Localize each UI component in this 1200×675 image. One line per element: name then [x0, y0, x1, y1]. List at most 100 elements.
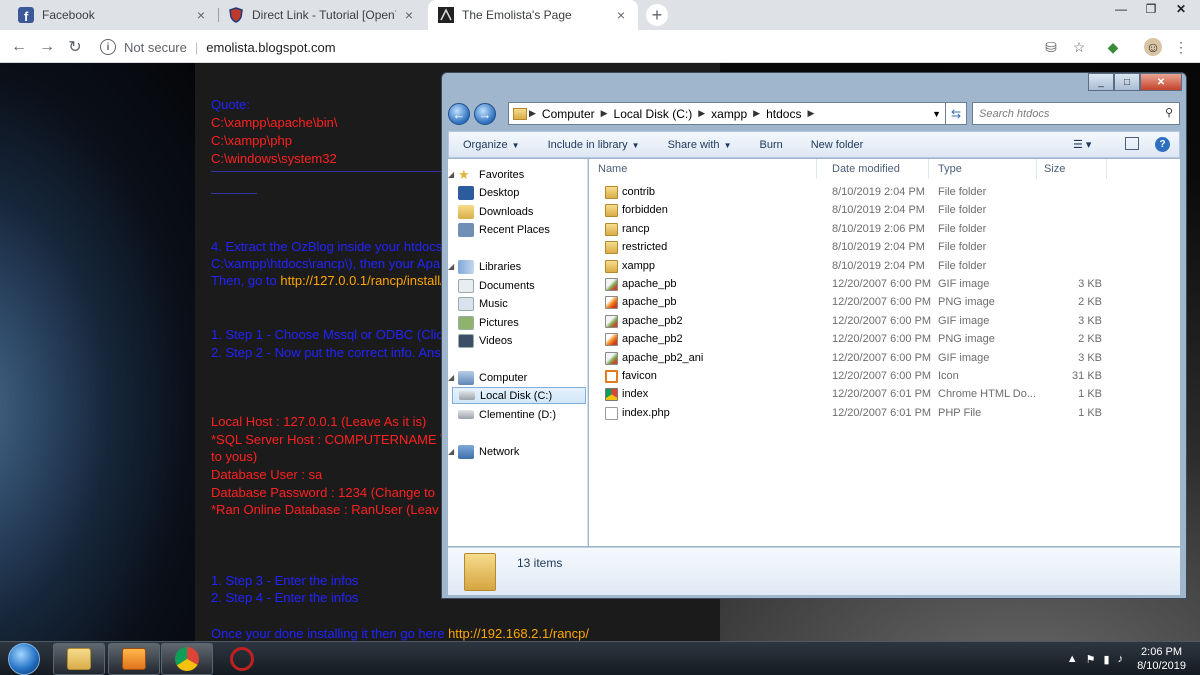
expand-triangle-icon[interactable]: ◢ [448, 447, 458, 456]
nav-network[interactable]: ◢ Network [448, 443, 586, 460]
nav-libraries[interactable]: ◢ Libraries [448, 258, 586, 275]
nav-videos[interactable]: Videos [458, 332, 596, 349]
refresh-icon[interactable]: ⇆ [945, 102, 967, 125]
file-name: favicon [622, 370, 657, 382]
preview-pane-icon[interactable] [1125, 137, 1139, 150]
file-row[interactable]: favicon 12/20/2007 6:00 PM Icon 31 KB [589, 368, 1149, 386]
tab-direct-link[interactable]: Direct Link - Tutorial [OpenThrea × [218, 0, 426, 30]
file-row[interactable]: apache_pb2_ani 12/20/2007 6:00 PM GIF imag… [589, 350, 1149, 368]
nav-music[interactable]: Music [458, 295, 596, 312]
file-size: 3 KB [1078, 314, 1102, 327]
nav-clementine[interactable]: Clementine (D:) [458, 406, 596, 423]
close-icon[interactable]: ✕ [1140, 73, 1182, 91]
restore-icon[interactable]: ❐ [1136, 0, 1166, 18]
forward-icon[interactable]: → [474, 103, 496, 125]
file-date: 12/20/2007 6:01 PM [832, 388, 932, 401]
close-icon[interactable]: × [402, 7, 416, 23]
include-in-library-button[interactable]: Include in library ▼ [534, 139, 654, 151]
taskbar-media-player[interactable] [108, 643, 160, 675]
volume-icon[interactable]: ♪ [1118, 653, 1124, 665]
folder-icon [605, 186, 618, 199]
forward-icon[interactable]: → [36, 36, 58, 58]
file-name: rancp [622, 222, 650, 235]
file-icon [605, 388, 618, 402]
taskbar-explorer[interactable] [53, 643, 105, 675]
chevron-down-icon[interactable]: ▼ [932, 109, 941, 119]
column-header-name[interactable]: Name [589, 159, 817, 179]
share-with-button[interactable]: Share with ▼ [654, 139, 746, 151]
help-icon[interactable]: ? [1155, 137, 1170, 152]
back-icon[interactable]: ← [8, 36, 30, 58]
nav-recent-places[interactable]: Recent Places [458, 221, 596, 238]
breadcrumb-htdocs[interactable]: htdocs [766, 107, 801, 121]
nav-desktop[interactable]: Desktop [458, 184, 596, 201]
file-row[interactable]: xampp 8/10/2019 2:04 PM File folder [589, 258, 1149, 276]
rancp-link[interactable]: http://192.168.2.1/rancp/ [448, 626, 589, 641]
back-icon[interactable]: ← [448, 103, 470, 125]
network-icon[interactable]: ▮ [1104, 653, 1110, 666]
reload-icon[interactable]: ↻ [64, 36, 86, 58]
nav-documents[interactable]: Documents [458, 277, 596, 294]
explorer-address-bar[interactable]: ▶ Computer ▶ Local Disk (C:) ▶ xampp ▶ h… [508, 102, 948, 125]
extension-icon[interactable]: ◆ [1104, 38, 1122, 56]
close-window-icon[interactable]: ✕ [1166, 0, 1196, 18]
tab-emolista[interactable]: The Emolista's Page × [428, 0, 638, 30]
new-folder-button[interactable]: New folder [797, 139, 878, 151]
file-row[interactable]: apache_pb 12/20/2007 6:00 PM PNG image 2 KB [589, 294, 1149, 312]
expand-triangle-icon[interactable]: ◢ [448, 373, 458, 382]
file-row[interactable]: apache_pb 12/20/2007 6:00 PM GIF image 3 KB [589, 276, 1149, 294]
minimize-icon[interactable]: — [1106, 0, 1136, 18]
expand-triangle-icon[interactable]: ◢ [448, 170, 458, 179]
organize-button[interactable]: Organize ▼ [449, 139, 534, 151]
install-link[interactable]: http://127.0.0.1/rancp/install/ [280, 273, 443, 288]
new-tab-button[interactable]: + [646, 4, 668, 26]
nav-computer[interactable]: ◢ Computer [448, 369, 586, 386]
bookmark-star-icon[interactable]: ☆ [1070, 38, 1088, 56]
search-input[interactable]: Search htdocs ⚲ [972, 102, 1180, 125]
file-row[interactable]: rancp 8/10/2019 2:06 PM File folder [589, 221, 1149, 239]
start-button[interactable] [8, 643, 40, 675]
tab-facebook[interactable]: f Facebook × [8, 0, 218, 30]
extension-icon[interactable]: ⛁ [1042, 38, 1060, 56]
view-options-icon[interactable]: ☰ ▾ [1073, 138, 1091, 151]
breadcrumb-local-disk[interactable]: Local Disk (C:) [614, 107, 693, 121]
file-row[interactable]: apache_pb2 12/20/2007 6:00 PM GIF image 3 K… [589, 313, 1149, 331]
taskbar-app[interactable] [216, 643, 268, 675]
burn-button[interactable]: Burn [745, 139, 796, 151]
explorer-command-bar: Organize ▼ Include in library ▼ Share with… [448, 131, 1180, 158]
file-row[interactable]: index 12/20/2007 6:01 PM Chrome HTML Do...… [589, 386, 1149, 404]
maximize-icon[interactable]: □ [1114, 73, 1140, 91]
file-date: 12/20/2007 6:00 PM [832, 370, 932, 382]
file-row[interactable]: forbidden 8/10/2019 2:04 PM File folder [589, 202, 1149, 220]
close-icon[interactable]: × [194, 7, 208, 23]
info-icon[interactable]: i [100, 39, 116, 55]
taskbar-chrome[interactable] [161, 643, 213, 675]
nav-favorites[interactable]: ◢ ★ Favorites [448, 166, 586, 183]
expand-triangle-icon[interactable]: ◢ [448, 262, 458, 271]
file-row[interactable]: apache_pb2 12/20/2007 6:00 PM PNG image 2 K… [589, 331, 1149, 349]
column-header-size[interactable]: Size [1035, 159, 1107, 179]
breadcrumb-xampp[interactable]: xampp [711, 107, 747, 121]
minimize-icon[interactable]: _ [1088, 73, 1114, 91]
address-bar[interactable]: i Not secure | emolista.blogspot.com [96, 34, 1096, 60]
file-row[interactable]: restricted 8/10/2019 2:04 PM File folder [589, 239, 1149, 257]
file-name: restricted [622, 241, 668, 254]
breadcrumb-computer[interactable]: Computer [542, 107, 595, 121]
folder-icon [605, 259, 618, 273]
file-row[interactable]: index.php 12/20/2007 6:01 PM PHP File 1 KB [589, 405, 1149, 423]
avatar[interactable]: ☺ [1144, 38, 1162, 56]
post-line: C:\xampp\php [211, 133, 292, 148]
menu-icon[interactable]: ⋮ [1172, 38, 1190, 56]
file-row[interactable]: contrib 8/10/2019 2:04 PM File folder [589, 184, 1149, 202]
nav-downloads[interactable]: Downloads [458, 203, 596, 220]
column-header-date[interactable]: Date modified [823, 159, 929, 179]
file-list-pane: Name Date modified Type Size contrib 8/10… [589, 159, 1180, 546]
clock[interactable]: 2:06 PM 8/10/2019 [1137, 645, 1186, 673]
close-icon[interactable]: × [614, 7, 628, 23]
column-header-type[interactable]: Type [929, 159, 1037, 179]
file-icon [605, 314, 618, 328]
nav-pictures[interactable]: Pictures [458, 314, 596, 331]
show-hidden-icons[interactable]: ▲ [1067, 653, 1078, 665]
action-center-icon[interactable]: ⚑ [1086, 653, 1096, 666]
nav-local-disk[interactable]: Local Disk (C:) [452, 387, 586, 404]
